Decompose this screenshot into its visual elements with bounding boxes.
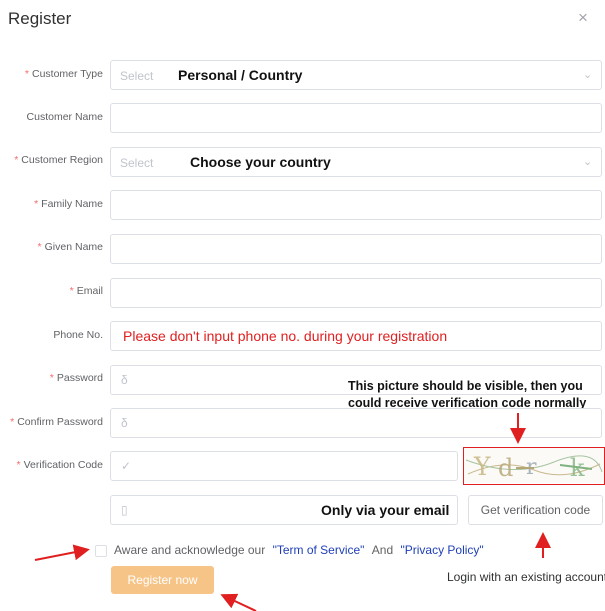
agreement-text: Aware and acknowledge our "Term of Servi… [114,543,484,557]
dialog-title: Register [8,9,72,28]
required-mark: * [34,198,39,210]
customer-type-select[interactable]: Select Personal / Country ⌄ [110,60,602,90]
given-name-label: * Given Name [37,241,103,253]
mobile-icon: ▯ [121,503,128,517]
login-existing-link[interactable]: Login with an existing account [447,570,605,584]
required-mark: * [14,154,19,166]
chevron-down-icon: ⌄ [583,69,593,81]
family-name-input[interactable] [110,190,602,220]
get-verification-code-button[interactable]: Get verification code [468,495,603,525]
privacy-policy-link[interactable]: "Privacy Policy" [400,543,483,557]
customer-region-label: * Customer Region [14,154,103,166]
customer-region-placeholder: Select [120,156,154,170]
required-mark: * [16,459,21,471]
captcha-image[interactable]: Y d r k [463,447,605,485]
customer-type-placeholder: Select [120,69,154,83]
confirm-password-input[interactable]: δ [110,408,602,438]
phone-label: Phone No. [53,329,103,341]
email-code-input[interactable]: ▯ Only via your email [110,495,458,525]
customer-region-annotation: Choose your country [190,154,331,170]
terms-of-service-link[interactable]: "Term of Service" [273,543,365,557]
chevron-down-icon: ⌄ [583,156,593,168]
agreement-checkbox[interactable] [95,545,107,557]
customer-name-input[interactable] [110,103,602,133]
given-name-input[interactable] [110,234,602,264]
captcha-graphic: Y d r k [464,448,603,483]
customer-name-label: Customer Name [26,111,103,123]
email-code-annotation: Only via your email [321,502,450,518]
required-mark: * [10,416,15,428]
customer-type-annotation: Personal / Country [178,67,303,83]
password-label: * Password [49,372,103,384]
close-icon[interactable]: × [578,9,588,27]
arrow-to-register [220,593,257,611]
customer-type-label: * Customer Type [24,68,103,80]
required-mark: * [49,372,54,384]
required-mark: * [37,241,42,253]
family-name-label: * Family Name [34,198,103,210]
customer-region-select[interactable]: Select Choose your country ⌄ [110,147,602,177]
required-mark: * [24,68,29,80]
verification-code-label: * Verification Code [16,459,103,471]
lock-icon: δ [121,373,128,387]
check-icon: ✓ [121,459,132,473]
confirm-password-label: * Confirm Password [10,416,103,428]
required-mark: * [69,285,74,297]
svg-text:d: d [498,454,513,482]
phone-input[interactable]: Please don't input phone no. during your… [110,321,602,351]
arrow-to-checkbox [34,544,90,561]
email-label: * Email [69,285,103,297]
lock-icon: δ [121,416,128,430]
phone-annotation: Please don't input phone no. during your… [123,328,448,344]
captcha-note: This picture should be visible, then you… [348,379,587,410]
verification-code-input[interactable]: ✓ [110,451,458,481]
email-input[interactable] [110,278,602,308]
svg-text:Y: Y [473,452,491,481]
register-button[interactable]: Register now [111,566,214,594]
